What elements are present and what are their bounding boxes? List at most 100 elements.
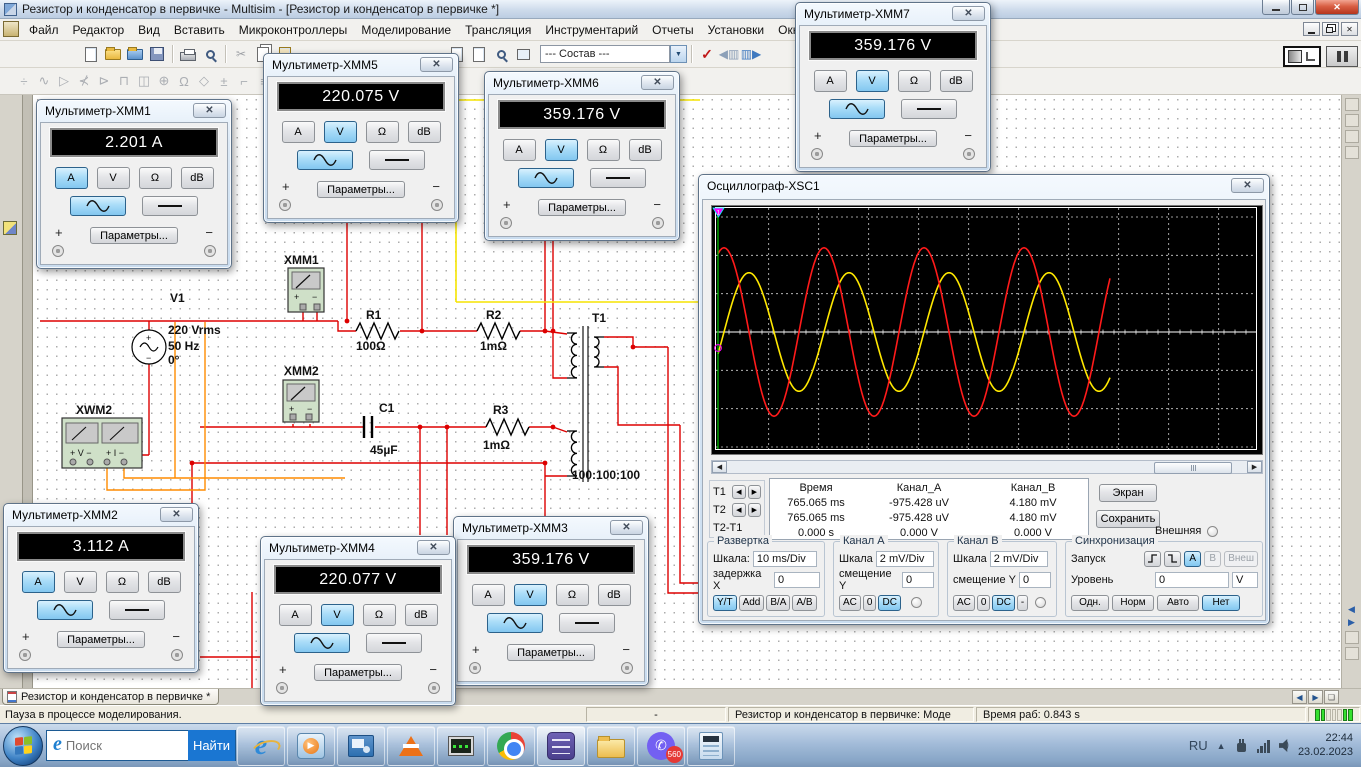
combo-dropdown-icon[interactable]: ▼ [670,45,687,63]
channel-b-ac-button[interactable]: AC [953,595,975,611]
trigger-falling-edge-button[interactable] [1164,551,1181,567]
t1-left-button[interactable]: ◀ [732,485,745,499]
trigger-source-b-button[interactable]: B [1204,551,1221,567]
zoom-window-icon[interactable] [491,44,511,64]
external-trigger-radio[interactable] [1207,526,1218,537]
sync-level-unit[interactable] [1232,572,1258,588]
channel-a-zero-button[interactable]: 0 [863,595,877,611]
scroll-left-arrow[interactable]: ◀ [712,461,727,473]
multimeter-window[interactable]: Мультиметр-XMM2 ✕ 3.112 A A V Ω dB [3,503,199,673]
timebase-scale-field[interactable] [753,551,817,567]
mode-a-button[interactable]: A [279,604,312,626]
ab-mode-button[interactable]: A/B [792,595,816,611]
mode-a-button[interactable]: A [503,139,536,161]
ac-mode-button[interactable] [70,196,126,216]
basic-component-icon[interactable]: ∿ [34,73,54,89]
dc-mode-button[interactable] [109,600,165,620]
cmos-component-icon[interactable]: ◫ [134,73,154,89]
dc-mode-button[interactable] [369,150,425,170]
trigger-none-button[interactable]: Нет [1202,595,1240,611]
taskbar-chrome-button[interactable] [487,726,535,766]
mdi-close-button[interactable]: ✕ [1341,22,1358,36]
taskbar-vlc-button[interactable] [387,726,435,766]
mode-v-button[interactable]: V [324,121,357,143]
mode-v-button[interactable]: V [321,604,354,626]
component-v1-source[interactable]: + − [132,330,166,364]
dc-mode-button[interactable] [559,613,615,633]
misc-digital-icon[interactable]: ⊕ [154,73,174,89]
minimize-button[interactable] [1262,0,1290,15]
component-xmm2-icon[interactable]: +− [283,380,319,422]
multimeter-close-button[interactable]: ✕ [952,6,985,21]
channel-a-dc-button[interactable]: DC [878,595,900,611]
taskbar-viber-button[interactable]: ✆ 560 [637,726,685,766]
multimeter-close-button[interactable]: ✕ [641,75,674,90]
trigger-rising-edge-button[interactable] [1144,551,1161,567]
screen-button[interactable]: Экран [1099,484,1157,502]
taskbar-simulation-button[interactable] [437,726,485,766]
design-combo-value[interactable] [540,45,670,63]
multimeter-window[interactable]: Мультиметр-XMM1 ✕ 2.201 A A V Ω dB [36,99,232,269]
parameters-button[interactable]: Параметры... [57,631,145,648]
sheet-prev-icon[interactable]: ◀ [1342,604,1361,615]
channel-a-scale-field[interactable] [876,551,934,567]
component-c1[interactable] [364,416,372,438]
mode-v-button[interactable]: V [514,584,547,606]
t2-left-button[interactable]: ◀ [732,503,745,517]
instrument-icon[interactable] [1345,114,1359,127]
multimeter-close-button[interactable]: ✕ [420,57,453,72]
component-xwm2-icon[interactable]: + V − + I − [62,418,142,468]
mixed-component-icon[interactable]: Ω [174,74,194,89]
mode-ohm-button[interactable]: Ω [139,167,172,189]
menu-file[interactable]: Файл [22,21,66,39]
mode-db-button[interactable]: dB [629,139,662,161]
ac-mode-button[interactable] [37,600,93,620]
volume-icon[interactable]: ) [1279,739,1289,752]
oscilloscope-screen[interactable]: 1 [711,205,1263,455]
mode-a-button[interactable]: A [22,571,55,593]
trigger-single-button[interactable]: Одн. [1071,595,1109,611]
mode-ohm-button[interactable]: Ω [587,139,620,161]
design-combo[interactable]: ▼ [540,45,687,63]
transistor-component-icon[interactable]: ⊀ [74,73,94,89]
channel-b-offset-field[interactable] [1019,572,1051,588]
trigger-source-a-button[interactable]: A [1184,551,1201,567]
dc-mode-button[interactable] [901,99,957,119]
save-icon[interactable] [147,44,167,64]
multimeter-close-button[interactable]: ✕ [193,103,226,118]
instrument-icon[interactable] [1345,130,1359,143]
mode-ohm-button[interactable]: Ω [106,571,139,593]
multimeter-close-button[interactable]: ✕ [610,520,643,535]
tray-clock[interactable]: 22:44 23.02.2023 [1298,732,1353,760]
menu-mcu[interactable]: Микроконтроллеры [232,21,355,39]
parameters-button[interactable]: Параметры... [90,227,178,244]
horizontal-scroll-row[interactable]: Резистор и конденсатор в первичке * ◀ ▶ … [0,688,1361,705]
mode-ohm-button[interactable]: Ω [363,604,396,626]
language-indicator[interactable]: RU [1189,738,1208,753]
channel-b-invert-button[interactable]: - [1017,595,1028,611]
cut-icon[interactable]: ✂ [231,44,251,64]
menu-transfer[interactable]: Трансляция [458,21,538,39]
channel-a-radio[interactable] [911,597,922,608]
multimeter-window[interactable]: Мультиметр-XMM3 ✕ 359.176 V A V Ω dB [453,516,649,686]
taskbar-ie-button[interactable]: e [237,726,285,766]
component-t1-transformer[interactable] [567,326,604,482]
ttl-component-icon[interactable]: ⊓ [114,73,134,89]
new-file-icon[interactable] [81,44,101,64]
close-button[interactable]: ✕ [1315,0,1359,15]
full-screen-icon[interactable] [513,44,533,64]
ac-mode-button[interactable] [294,633,350,653]
mode-a-button[interactable]: A [55,167,88,189]
maximize-button[interactable] [1291,0,1314,15]
instrument-icon[interactable] [1345,146,1359,159]
scroll-thumb[interactable] [1154,462,1232,474]
parameters-button[interactable]: Параметры... [317,181,405,198]
multimeter-window[interactable]: Мультиметр-XMM7 ✕ 359.176 V A V Ω dB [795,2,991,172]
dc-mode-button[interactable] [142,196,198,216]
mode-db-button[interactable]: dB [148,571,181,593]
ac-mode-button[interactable] [829,99,885,119]
scroll-right-arrow[interactable]: ▶ [1247,461,1262,473]
document-icon[interactable] [3,21,19,37]
trigger-normal-button[interactable]: Норм [1112,595,1154,611]
menu-edit[interactable]: Редактор [66,21,132,39]
